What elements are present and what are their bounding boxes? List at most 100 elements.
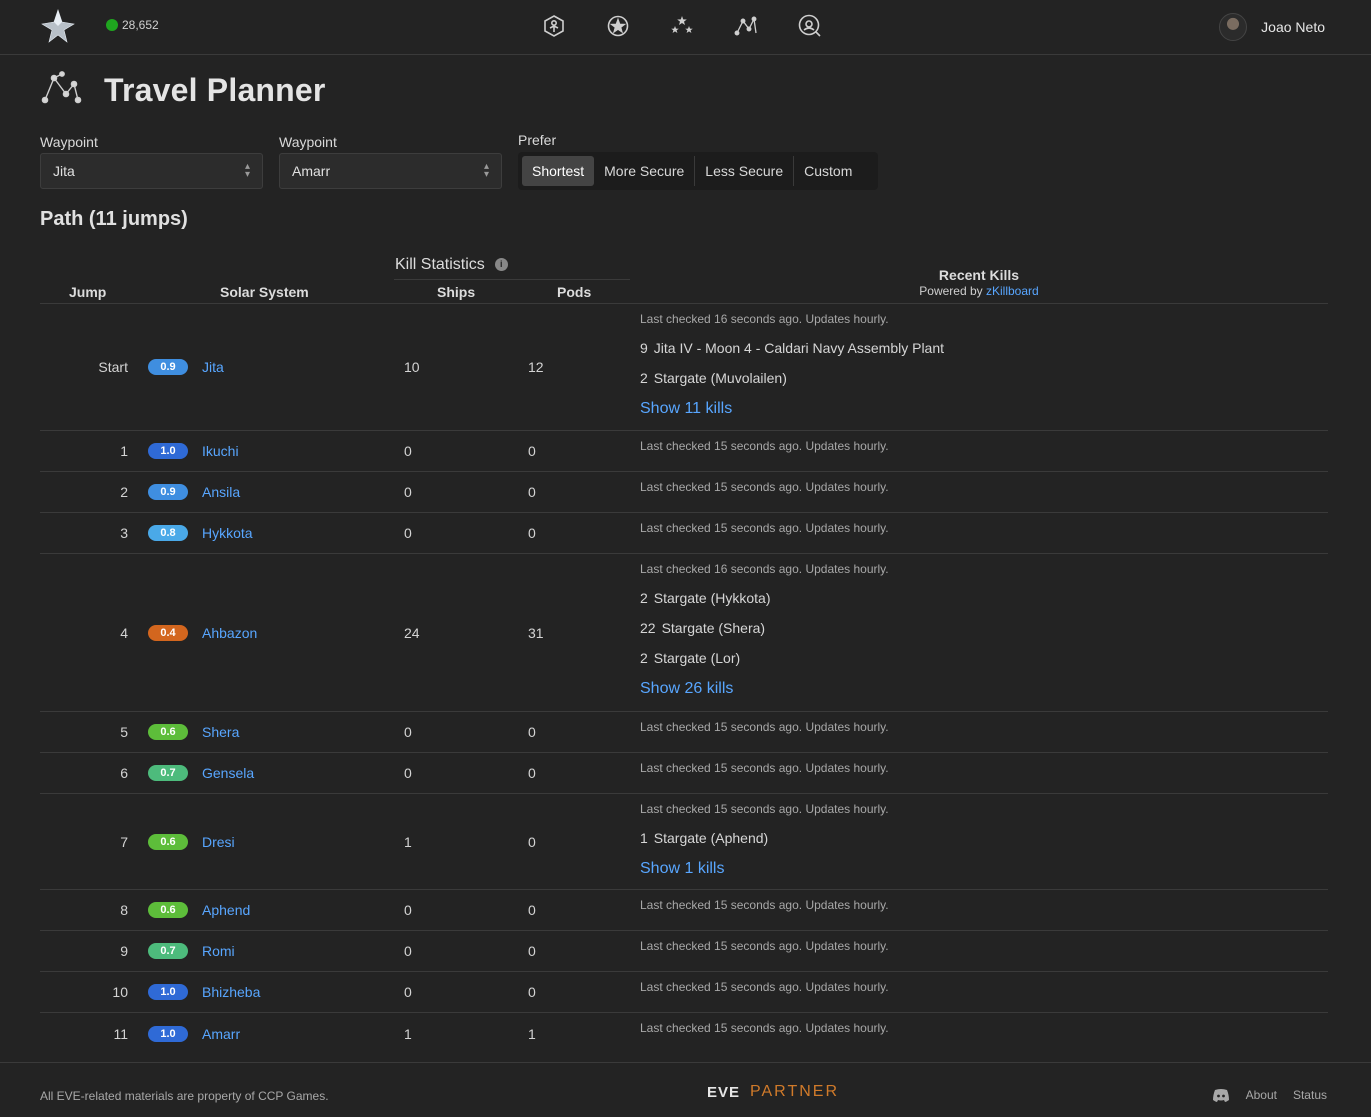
solar-system-link[interactable]: Bhizheba (202, 984, 260, 1000)
universe-icon[interactable] (666, 10, 698, 42)
recent-kills-cell: Last checked 15 seconds ago. Updates hou… (640, 480, 889, 494)
security-status-badge: 0.6 (148, 833, 188, 850)
character-icon[interactable] (538, 10, 570, 42)
ships-killed: 0 (404, 443, 412, 459)
kill-location-item: 2 Stargate (Lor) (640, 650, 889, 666)
prefer-option-more-secure[interactable]: More Secure (594, 156, 696, 186)
kill-count: 2 (640, 590, 648, 606)
security-status-badge: 1.0 (148, 1025, 188, 1042)
ships-killed: 1 (404, 833, 412, 850)
site-logo-icon[interactable] (40, 8, 76, 44)
kill-location-item: 2 Stargate (Muvolailen) (640, 370, 944, 386)
security-status-badge: 0.7 (148, 765, 188, 781)
last-checked-text: Last checked 15 seconds ago. Updates hou… (640, 720, 889, 734)
user-name[interactable]: Joao Neto (1261, 19, 1325, 35)
recent-kills-cell: Last checked 15 seconds ago. Updates hou… (640, 439, 889, 453)
search-icon[interactable] (794, 10, 826, 42)
prefer-option-less-secure[interactable]: Less Secure (695, 156, 795, 186)
recent-kills-cell: Last checked 15 seconds ago. Updates hou… (640, 720, 889, 734)
powered-by-label: Powered by (919, 284, 983, 298)
recent-kills-header: Recent Kills Powered by zKillboard (634, 267, 1324, 298)
prefer-option-custom[interactable]: Custom (794, 156, 862, 186)
prefer-field: Prefer Shortest More Secure Less Secure … (518, 132, 878, 190)
show-kills-link[interactable]: Show 1 kills (640, 860, 889, 878)
pods-killed: 0 (528, 484, 536, 500)
page-title: Travel Planner (104, 71, 326, 108)
waypoint-start-value: Jita (53, 163, 75, 179)
ships-killed: 0 (404, 765, 412, 781)
solar-system-link[interactable]: Hykkota (202, 525, 253, 541)
recent-kills-cell: Last checked 15 seconds ago. Updates hou… (640, 521, 889, 535)
ships-killed: 0 (404, 984, 412, 1000)
kill-location: Stargate (Muvolailen) (653, 370, 787, 386)
solar-system-link[interactable]: Ahbazon (202, 625, 257, 641)
pods-killed: 0 (528, 984, 536, 1000)
about-link[interactable]: About (1246, 1088, 1277, 1102)
copyright-text: All EVE-related materials are property o… (40, 1089, 329, 1103)
discord-icon[interactable] (1212, 1088, 1230, 1102)
pods-killed: 0 (528, 833, 536, 850)
updown-chevron-icon: ▴ ▾ (483, 161, 489, 180)
security-status-badge: 0.6 (148, 902, 188, 918)
solar-system-link[interactable]: Ansila (202, 484, 240, 500)
ships-header: Ships (437, 284, 476, 300)
jump-number: 2 (120, 484, 128, 500)
last-checked-text: Last checked 15 seconds ago. Updates hou… (640, 898, 889, 912)
kill-location: Stargate (Lor) (653, 650, 741, 666)
solar-system-link[interactable]: Dresi (202, 834, 235, 850)
last-checked-text: Last checked 15 seconds ago. Updates hou… (640, 439, 889, 453)
main-nav (538, 10, 826, 42)
solar-system-link[interactable]: Jita (202, 359, 224, 375)
pods-killed: 12 (528, 359, 544, 375)
ships-killed: 0 (404, 525, 412, 541)
ships-killed: 10 (404, 359, 420, 375)
travel-planner-icon (41, 71, 82, 104)
recent-kills-cell: Last checked 15 seconds ago. Updates hou… (640, 980, 889, 994)
solar-system-link[interactable]: Gensela (202, 765, 254, 781)
waypoint-start-select[interactable]: Jita ▴ ▾ (40, 153, 263, 189)
kill-location-item: 22 Stargate (Shera) (640, 620, 889, 636)
travel-planner-icon[interactable] (730, 10, 762, 42)
avatar[interactable] (1219, 13, 1248, 41)
online-counter: 28,652 (106, 18, 159, 32)
kill-location-item: 1 Stargate (Aphend) (640, 830, 889, 846)
footer: All EVE-related materials are property o… (0, 1062, 1371, 1117)
kill-count: 9 (640, 340, 648, 356)
solar-system-link[interactable]: Romi (202, 943, 235, 959)
kill-count: 1 (640, 830, 648, 846)
solar-system-link[interactable]: Amarr (202, 1026, 240, 1042)
waypoint-end-select[interactable]: Amarr ▴ ▾ (279, 153, 502, 189)
pods-killed: 0 (528, 443, 536, 459)
updown-chevron-icon: ▴ ▾ (244, 161, 250, 180)
kill-location-item: 9 Jita IV - Moon 4 - Caldari Navy Assembl… (640, 340, 944, 356)
jump-number: 3 (120, 525, 128, 541)
last-checked-text: Last checked 15 seconds ago. Updates hou… (640, 980, 889, 994)
table-row: 4 0.4 Ahbazon 24 31 Last checked 16 seconds a… (40, 554, 1328, 712)
security-status-badge: 1.0 (148, 443, 188, 459)
solar-system-link[interactable]: Ikuchi (202, 443, 239, 459)
zkillboard-link[interactable]: zKillboard (986, 284, 1039, 298)
table-header: Jump Solar System Kill Statistics i Ships… (40, 250, 1328, 304)
pods-header: Pods (557, 284, 592, 300)
security-status-badge: 0.9 (148, 359, 188, 375)
ships-killed: 0 (404, 943, 412, 959)
show-kills-link[interactable]: Show 26 kills (640, 680, 889, 698)
corporation-icon[interactable] (602, 10, 634, 42)
security-status-badge: 1.0 (148, 984, 188, 1000)
security-status-badge: 0.9 (148, 484, 188, 500)
solar-system-link[interactable]: Shera (202, 724, 239, 740)
ships-killed: 24 (404, 624, 420, 641)
show-kills-link[interactable]: Show 11 kills (640, 400, 944, 418)
info-icon[interactable]: i (494, 258, 508, 271)
security-status-badge: 0.6 (148, 724, 188, 740)
recent-kills-title: Recent Kills (938, 267, 1020, 283)
status-link[interactable]: Status (1293, 1088, 1327, 1102)
jump-number: 8 (120, 902, 128, 918)
pods-killed: 0 (528, 902, 536, 918)
online-count: 28,652 (122, 18, 159, 32)
kill-count: 2 (640, 370, 648, 386)
user-menu[interactable]: Joao Neto (1219, 13, 1325, 41)
prefer-option-shortest[interactable]: Shortest (522, 156, 595, 186)
solar-system-link[interactable]: Aphend (202, 902, 250, 918)
ships-killed: 1 (404, 1025, 412, 1042)
